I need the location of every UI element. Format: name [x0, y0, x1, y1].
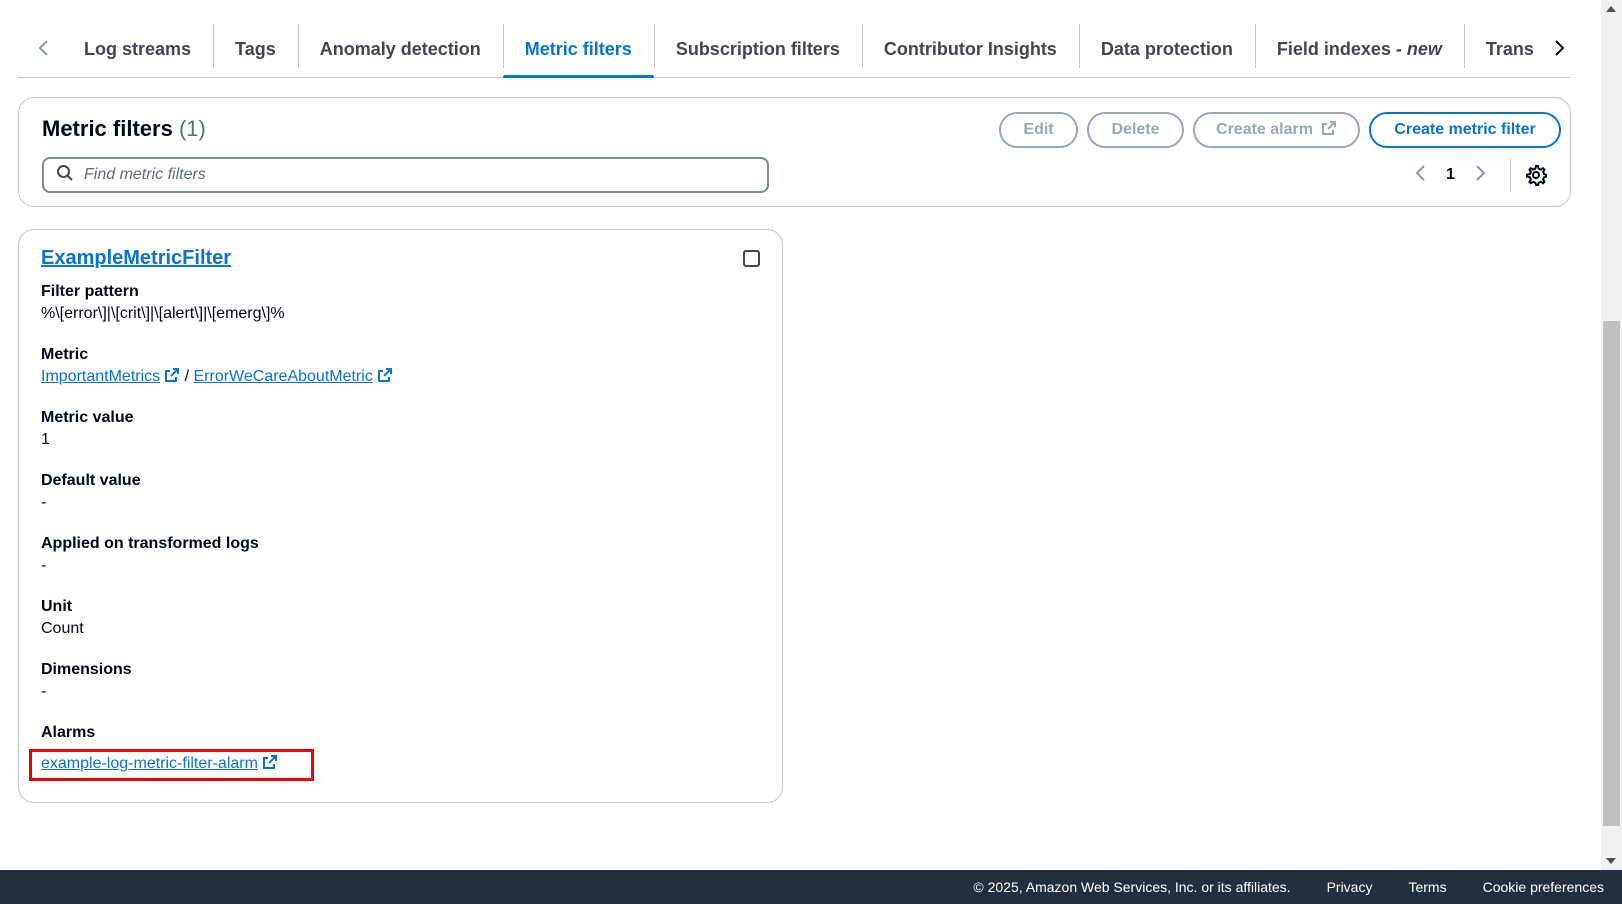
metric-field: Metric ImportantMetrics / ErrorWeCareAbo… — [41, 344, 393, 388]
tab-metric-filters[interactable]: Metric filters — [502, 20, 654, 78]
edit-button[interactable]: Edit — [999, 112, 1078, 148]
applied-on-transformed-logs-field: Applied on transformed logs - — [41, 535, 259, 574]
metric-filters-header: Metric filters (1) Edit Delete Create al… — [18, 97, 1571, 207]
scroll-thumb[interactable] — [1603, 321, 1620, 826]
tab-tags[interactable]: Tags — [213, 20, 298, 78]
external-link-icon — [164, 367, 180, 383]
cookie-preferences-link[interactable]: Cookie preferences — [1483, 879, 1604, 895]
external-link-icon — [377, 367, 393, 383]
metric-name-link[interactable]: ErrorWeCareAboutMetric — [194, 368, 373, 385]
chevron-right-icon[interactable] — [1547, 36, 1571, 60]
tab-transformer[interactable]: Trans — [1463, 20, 1547, 78]
tab-bar: Log streams Tags Anomaly detection Metri… — [18, 20, 1571, 78]
search-icon — [56, 164, 74, 187]
chevron-left-icon[interactable] — [32, 36, 56, 60]
footer: © 2025, Amazon Web Services, Inc. or its… — [0, 870, 1622, 904]
highlight-box — [29, 749, 314, 781]
copyright-text: © 2025, Amazon Web Services, Inc. or its… — [973, 879, 1291, 895]
metric-filter-card: ExampleMetricFilter Filter pattern %\[er… — [18, 229, 783, 803]
scroll-up-arrow-icon[interactable] — [1606, 6, 1616, 12]
page-scrollbar[interactable] — [1601, 0, 1622, 870]
metric-filter-name-link[interactable]: ExampleMetricFilter — [41, 247, 231, 270]
unit-field: Unit Count — [41, 598, 84, 637]
privacy-link[interactable]: Privacy — [1327, 879, 1373, 895]
search-input[interactable] — [84, 166, 734, 184]
delete-button[interactable]: Delete — [1087, 112, 1184, 148]
tab-field-indexes[interactable]: Field indexes - new — [1254, 20, 1464, 78]
tab-contributor-insights[interactable]: Contributor Insights — [861, 20, 1079, 78]
default-value-field: Default value - — [41, 472, 141, 511]
filter-pattern-field: Filter pattern %\[error\]|\[crit\]|\[ale… — [41, 281, 285, 325]
tab-data-protection[interactable]: Data protection — [1078, 20, 1255, 78]
tab-subscription-filters[interactable]: Subscription filters — [653, 20, 862, 78]
terms-link[interactable]: Terms — [1408, 879, 1446, 895]
page-number[interactable]: 1 — [1446, 166, 1455, 184]
filter-count: (1) — [178, 116, 206, 141]
pagination: 1 — [1414, 158, 1487, 192]
search-box — [42, 157, 769, 193]
next-page-icon[interactable] — [1473, 164, 1487, 187]
gear-icon[interactable] — [1525, 164, 1547, 186]
scroll-down-arrow-icon[interactable] — [1606, 858, 1616, 864]
divider — [1510, 158, 1511, 192]
tab-list: Log streams Tags Anomaly detection Metri… — [62, 20, 1547, 78]
filter-pattern-value: %\[error\]|\[crit\]|\[alert\]|\[emerg\]% — [41, 305, 285, 322]
create-metric-filter-button[interactable]: Create metric filter — [1369, 112, 1561, 148]
select-checkbox[interactable] — [743, 250, 760, 267]
dimensions-field: Dimensions - — [41, 661, 132, 700]
page-title: Metric filters (1) — [42, 116, 206, 141]
metric-namespace-link[interactable]: ImportantMetrics — [41, 368, 160, 385]
metric-value-field: Metric value 1 — [41, 409, 134, 448]
tab-anomaly-detection[interactable]: Anomaly detection — [297, 20, 503, 78]
previous-page-icon[interactable] — [1414, 164, 1428, 187]
tab-log-streams[interactable]: Log streams — [62, 20, 213, 78]
external-link-icon — [1321, 120, 1337, 141]
create-alarm-button[interactable]: Create alarm — [1193, 112, 1360, 148]
